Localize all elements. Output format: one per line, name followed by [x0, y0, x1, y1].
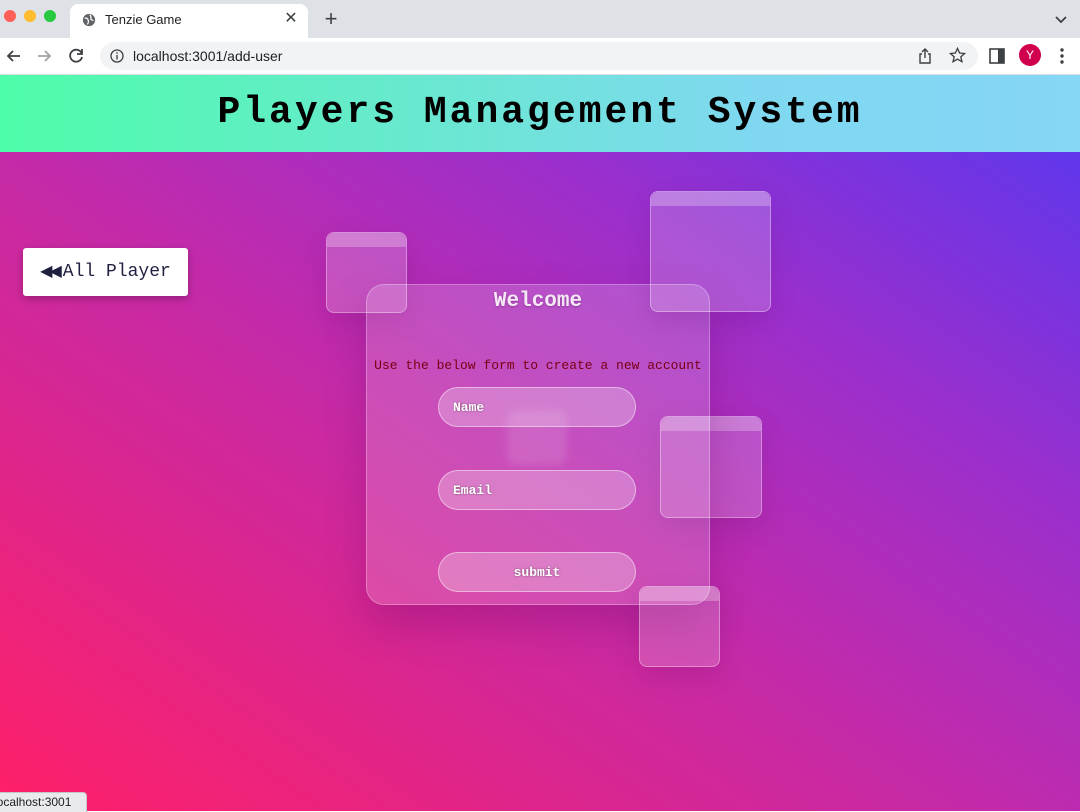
- all-player-button[interactable]: ◀◀ All Player: [23, 248, 188, 296]
- page-header: Players Management System: [0, 75, 1080, 152]
- reload-icon[interactable]: [66, 46, 86, 66]
- minimize-window-button[interactable]: [24, 10, 36, 22]
- status-bar: localhost:3001: [0, 792, 87, 812]
- share-icon[interactable]: [917, 48, 933, 64]
- browser-toolbar: localhost:3001/add-user Y: [0, 38, 1080, 75]
- tab-title: Tenzie Game: [105, 12, 182, 27]
- decorative-square: [650, 191, 771, 312]
- back-arrow-icon[interactable]: [4, 46, 24, 66]
- decorative-square: [639, 586, 720, 667]
- avatar[interactable]: Y: [1019, 44, 1041, 66]
- page-content: Players Management System ◀◀ All Player W…: [0, 75, 1080, 811]
- new-tab-button[interactable]: +: [320, 8, 342, 30]
- all-player-label: All Player: [62, 262, 171, 282]
- side-panel-icon[interactable]: [988, 47, 1006, 65]
- name-input[interactable]: [438, 387, 636, 427]
- browser-tab[interactable]: Tenzie Game ✕: [70, 4, 308, 38]
- close-tab-icon[interactable]: ✕: [282, 10, 300, 28]
- form-subtitle: Use the below form to create a new accou…: [374, 358, 702, 373]
- info-icon[interactable]: [110, 49, 124, 63]
- page-title: Players Management System: [217, 91, 863, 134]
- maximize-window-button[interactable]: [44, 10, 56, 22]
- forward-arrow-icon[interactable]: [34, 46, 54, 66]
- address-bar[interactable]: localhost:3001/add-user: [100, 42, 978, 70]
- globe-icon: [82, 13, 96, 27]
- chevron-down-icon[interactable]: [1054, 12, 1068, 26]
- browser-tab-bar: Tenzie Game ✕ +: [0, 0, 1080, 38]
- submit-button[interactable]: submit: [438, 552, 636, 592]
- url-text[interactable]: localhost:3001/add-user: [133, 48, 282, 64]
- more-menu-icon[interactable]: [1055, 47, 1069, 65]
- rewind-icon: ◀◀: [40, 263, 62, 281]
- star-icon[interactable]: [949, 47, 966, 64]
- email-input[interactable]: [438, 470, 636, 510]
- add-user-form: Welcome Use the below form to create a n…: [366, 284, 710, 605]
- close-window-button[interactable]: [4, 10, 16, 22]
- status-url: localhost:3001: [0, 795, 72, 809]
